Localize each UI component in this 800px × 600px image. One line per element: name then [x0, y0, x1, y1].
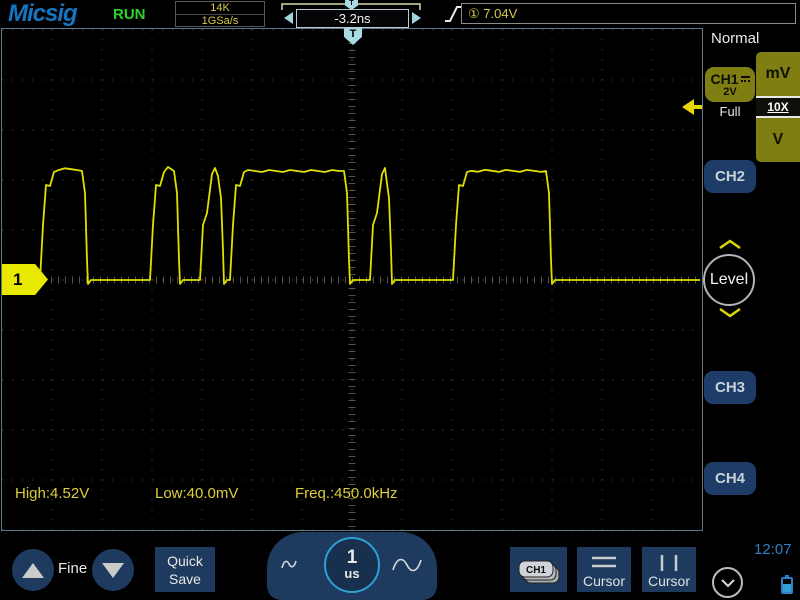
zoom-in-wave-icon[interactable] [391, 554, 423, 576]
scale-unit-mv[interactable]: mV [756, 52, 800, 96]
acquisition-info-box[interactable]: 14K 1GSa/s [175, 1, 265, 27]
zoom-out-wave-icon[interactable] [281, 556, 297, 572]
trigger-arrow-tail [693, 105, 702, 109]
ch1-scale: 2V [723, 85, 737, 98]
probe-attenuation[interactable]: 10X [756, 96, 800, 118]
vertical-cursor-label: Cursor [647, 573, 690, 589]
vertical-cursor-button[interactable]: Cursor [642, 547, 696, 592]
ch1-button[interactable]: CH1 2V [705, 67, 755, 102]
acquire-mode-label: Normal [711, 30, 760, 47]
ch2-button[interactable]: CH2 [704, 160, 756, 193]
pan-left-icon[interactable] [284, 12, 293, 24]
waveform-display-area[interactable]: T 1 High:4.52V Low:40.0mV Freq.:450.0kHz [1, 28, 703, 531]
vertical-scale-strip[interactable]: mV 10X V [756, 52, 800, 162]
channel-stack-icon: CH1 [518, 560, 560, 584]
adjust-down-button[interactable] [92, 549, 134, 591]
quick-save-button[interactable]: Quick Save [155, 547, 215, 592]
timebase-knob[interactable]: 1 us [324, 537, 380, 593]
ch1-label: CH1 [710, 70, 739, 87]
ch4-button[interactable]: CH4 [704, 462, 756, 495]
top-bar: Micsig RUN 14K 1GSa/s T -3.2ns ① 7.04V [0, 0, 800, 28]
scale-unit-v[interactable]: V [756, 118, 800, 162]
horizontal-cursor-icon [592, 556, 616, 568]
level-down-chevron-icon[interactable] [718, 307, 742, 318]
down-triangle-icon [102, 562, 124, 578]
up-triangle-icon [22, 562, 44, 578]
svg-text:CH1: CH1 [526, 565, 546, 576]
sample-rate: 1GSa/s [201, 15, 239, 27]
battery-icon [781, 575, 793, 594]
battery-fill [783, 584, 791, 592]
channel-select-button[interactable]: CH1 [510, 547, 567, 592]
clock: 12:07 [754, 541, 792, 558]
chevron-down-icon [720, 578, 735, 587]
level-knob[interactable]: Level [703, 254, 755, 306]
timebase-cluster[interactable]: 1 us [267, 532, 437, 600]
horizontal-cursor-button[interactable]: Cursor [577, 547, 631, 592]
memory-depth: 14K [176, 2, 264, 15]
level-up-chevron-icon[interactable] [718, 239, 742, 250]
collapse-menu-button[interactable] [712, 567, 743, 598]
trigger-position-readout[interactable]: -3.2ns [296, 9, 409, 28]
dc-coupling-icon [740, 75, 750, 82]
trigger-level-readout[interactable]: ① 7.04V [461, 3, 796, 24]
horizontal-cursor-label: Cursor [582, 573, 625, 589]
oscilloscope-screen: Micsig RUN 14K 1GSa/s T -3.2ns ① 7.04V T… [0, 0, 800, 600]
adjust-up-button[interactable] [12, 549, 54, 591]
measurement-high: High:4.52V [15, 485, 90, 502]
quick-save-line1: Quick [167, 552, 203, 569]
vertical-cursor-icon [660, 555, 678, 571]
waveform-plot [1, 29, 703, 531]
timebase-unit: us [344, 566, 360, 581]
right-sidebar: Normal mV 10X V CH1 2V Full CH2 Level CH… [703, 28, 800, 531]
pan-right-icon[interactable] [412, 12, 421, 24]
ch3-button[interactable]: CH3 [704, 371, 756, 404]
fine-adjust-label: Fine [58, 560, 88, 577]
quick-save-line2: Save [169, 570, 201, 587]
ch1-bandwidth-label: Full [719, 104, 741, 119]
run-status[interactable]: RUN [113, 6, 146, 23]
bottom-toolbar: Fine Quick Save 1 us CH1 Cursor Cursor 1… [0, 531, 800, 600]
brand-logo: Micsig [8, 0, 78, 27]
measurement-low: Low:40.0mV [155, 485, 239, 502]
timebase-value: 1 [346, 547, 358, 568]
trigger-level-arrow-icon[interactable] [682, 99, 702, 115]
measurement-freq: Freq.:450.0kHz [295, 485, 398, 502]
